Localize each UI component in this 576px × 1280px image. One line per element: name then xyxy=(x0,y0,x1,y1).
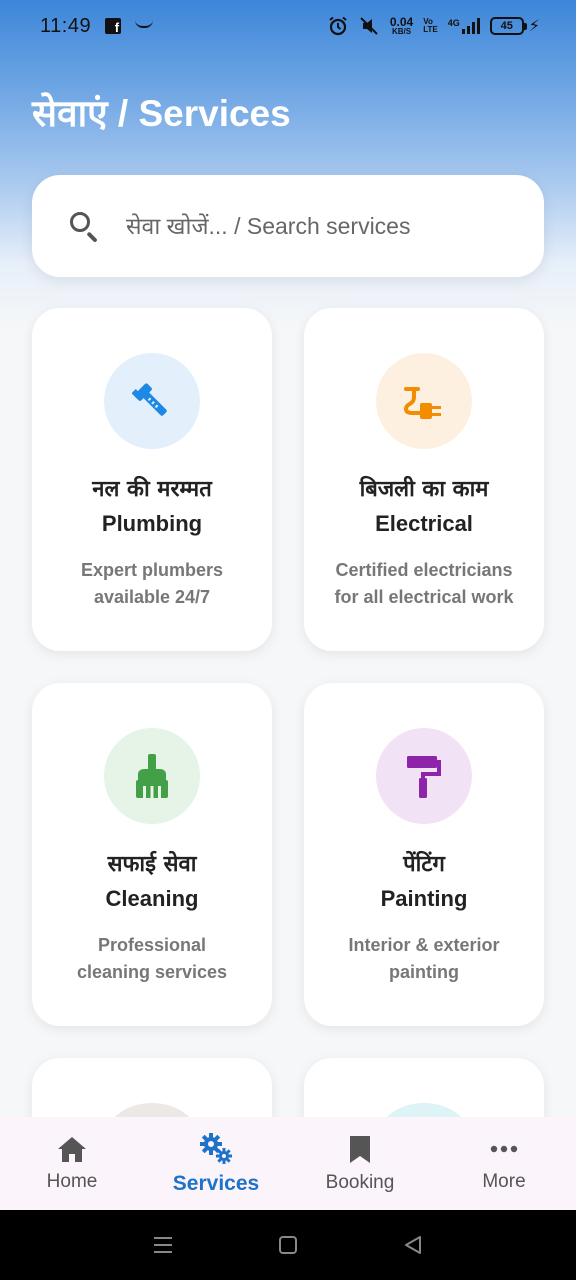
volte-indicator: Vo LTE xyxy=(423,17,438,35)
service-card-cleaning[interactable]: सफाई सेवा Cleaning Professional cleaning… xyxy=(32,683,272,1026)
cleaning-brush-icon xyxy=(136,754,168,798)
service-english-name: Electrical xyxy=(375,511,473,536)
search-icon xyxy=(68,210,100,243)
cleaning-icon-circle xyxy=(104,728,200,824)
service-description: Expert plumbers available 24/7 xyxy=(80,560,224,607)
system-navigation-bar xyxy=(0,1210,576,1280)
mute-icon xyxy=(360,17,378,35)
signal-bars-icon xyxy=(461,18,480,34)
nav-item-services[interactable]: Services xyxy=(144,1132,288,1196)
signal-strength: 4G xyxy=(448,18,480,34)
nav-label: Booking xyxy=(325,1171,395,1193)
service-hindi-name: बिजली का काम xyxy=(359,477,489,502)
nav-item-more[interactable]: More xyxy=(432,1135,576,1193)
service-hindi-name: पेंटिंग xyxy=(403,852,445,877)
electrical-icon-circle xyxy=(376,353,472,449)
plumbing-wrench-icon xyxy=(132,383,167,416)
status-time: 11:49 xyxy=(40,14,92,37)
service-hindi-name: नल की मरम्मत xyxy=(92,477,212,502)
service-description: Certified electricians for all electrica… xyxy=(334,560,514,607)
service-english-name: Painting xyxy=(380,886,468,911)
service-card-painting[interactable]: पेंटिंग Painting Interior & exterior pai… xyxy=(304,683,544,1026)
search-input[interactable] xyxy=(126,212,506,240)
nav-label: Home xyxy=(46,1170,98,1192)
network-type: 4G xyxy=(447,18,460,28)
bottom-navigation: Home Services Booking More xyxy=(0,1117,576,1210)
battery-icon: 45 ⚡ xyxy=(489,16,540,36)
bookmark-icon xyxy=(350,1135,370,1163)
volte-bottom: LTE xyxy=(423,25,438,34)
home-button-icon[interactable] xyxy=(278,1235,298,1255)
search-bar[interactable] xyxy=(32,175,544,277)
paint-roller-icon xyxy=(407,756,441,798)
alarm-icon xyxy=(329,16,347,36)
service-english-name: Plumbing xyxy=(101,511,203,536)
page-title: सेवाएं / Services xyxy=(32,93,291,134)
service-hindi-name: सफाई सेवा xyxy=(107,852,197,877)
battery-level: 45 xyxy=(489,17,524,35)
net-speed-unit: KB/S xyxy=(391,27,412,36)
nav-item-booking[interactable]: Booking xyxy=(288,1134,432,1194)
painting-icon-circle xyxy=(376,728,472,824)
services-grid: नल की मरम्मत Plumbing Expert plumbers av… xyxy=(32,308,544,1178)
home-icon xyxy=(58,1136,86,1162)
settings-gears-icon xyxy=(200,1132,232,1164)
amazon-smile-icon xyxy=(135,20,154,28)
service-description: Professional cleaning services xyxy=(76,935,228,982)
charging-icon: ⚡ xyxy=(528,18,540,35)
nav-item-home[interactable]: Home xyxy=(0,1135,144,1193)
more-dots-icon xyxy=(490,1145,518,1152)
service-description: Interior & exterior painting xyxy=(348,935,500,982)
facebook-icon: f xyxy=(105,18,122,34)
nav-label: Services xyxy=(172,1171,260,1195)
recent-apps-icon[interactable] xyxy=(152,1235,174,1255)
plumbing-icon-circle xyxy=(104,353,200,449)
status-bar: 11:49 f 0.04 KB/S Vo LTE 4G 45 ⚡ xyxy=(0,0,576,52)
service-card-plumbing[interactable]: नल की मरम्मत Plumbing Expert plumbers av… xyxy=(32,308,272,651)
electrical-plug-icon xyxy=(403,387,441,419)
back-icon[interactable] xyxy=(402,1234,424,1256)
network-speed: 0.04 KB/S xyxy=(390,16,413,36)
service-english-name: Cleaning xyxy=(105,886,199,911)
service-card-electrical[interactable]: बिजली का काम Electrical Certified electr… xyxy=(304,308,544,651)
nav-label: More xyxy=(482,1170,526,1192)
